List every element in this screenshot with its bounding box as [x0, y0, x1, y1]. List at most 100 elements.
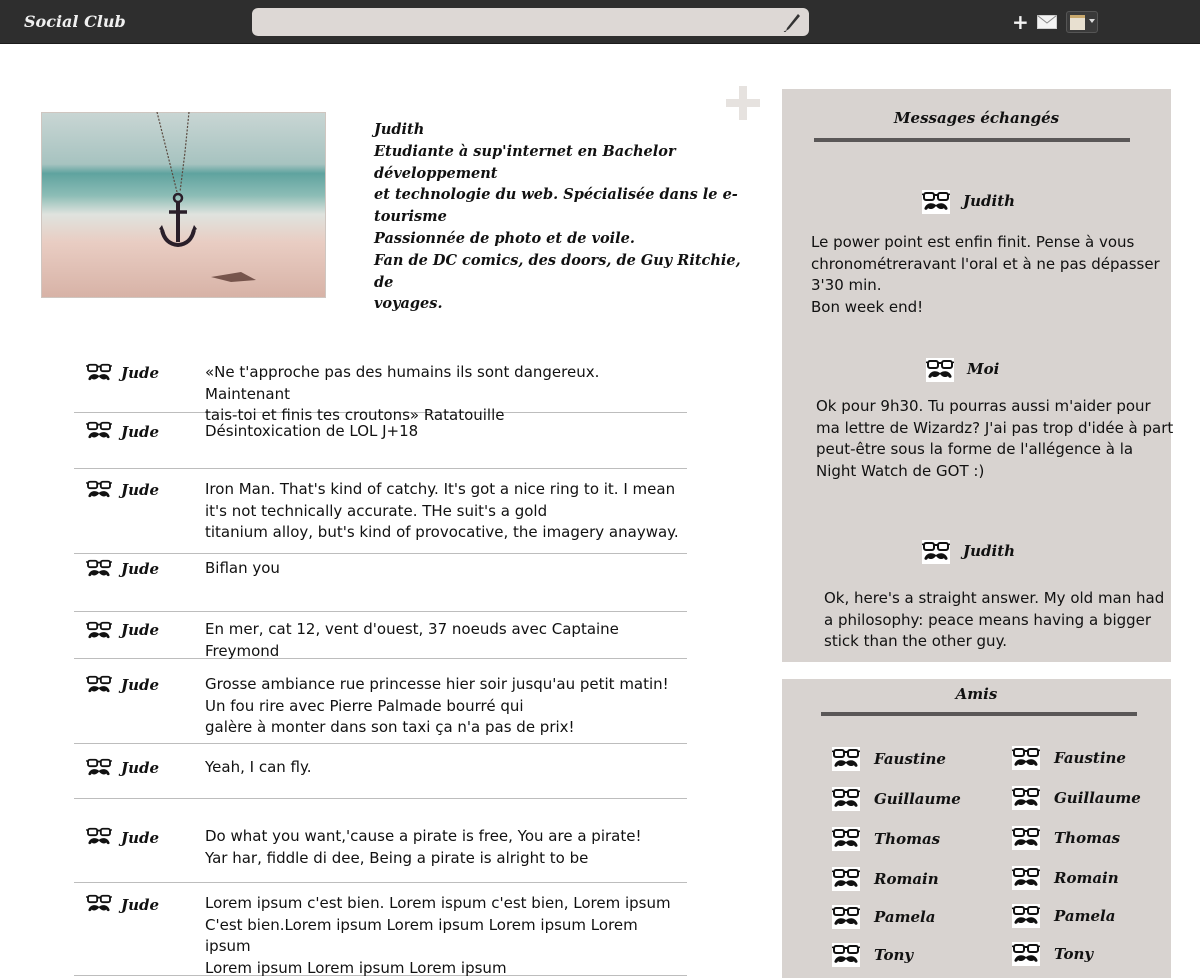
feed-post: Jude Désintoxication de LOL J+18: [74, 413, 687, 469]
mustache-glasses-icon[interactable]: [86, 558, 112, 580]
feed-post: Jude Lorem ipsum c'est bien. Lorem ispum…: [74, 883, 687, 977]
post-text: Biflan you: [205, 559, 280, 577]
mustache-glasses-icon: [1012, 942, 1040, 966]
add-photo-plus-icon[interactable]: [726, 86, 760, 120]
bio-line: Etudiante à sup'internet en Bachelor dév…: [374, 142, 676, 182]
post-text: Do what you want,'cause a pirate is free…: [205, 827, 642, 867]
mustache-glasses-icon: [1012, 826, 1040, 850]
friend-item[interactable]: Faustine: [1012, 746, 1182, 772]
post-author[interactable]: Jude: [121, 896, 159, 914]
mustache-glasses-icon[interactable]: [922, 190, 950, 214]
post-author[interactable]: Jude: [121, 676, 159, 694]
plus-icon[interactable]: +: [1012, 12, 1029, 32]
message-text: Le power point est enfin finit. Pense à …: [811, 233, 1160, 316]
mustache-glasses-icon[interactable]: [86, 479, 112, 501]
mustache-glasses-icon[interactable]: [86, 826, 112, 848]
post-author[interactable]: Jude: [121, 829, 159, 847]
message-sender[interactable]: Moi: [967, 360, 999, 378]
bio-line: Fan de DC comics, des doors, de Guy Ritc…: [374, 251, 741, 291]
friend-name: Guillaume: [874, 790, 961, 808]
friend-name: Romain: [874, 870, 939, 888]
friend-item[interactable]: Tony: [832, 943, 1002, 969]
friend-name: Tony: [874, 946, 914, 964]
post-author[interactable]: Jude: [121, 759, 159, 777]
mustache-glasses-icon: [832, 943, 860, 967]
brand-logo[interactable]: Social Club: [24, 12, 126, 31]
friend-item[interactable]: Pamela: [1012, 904, 1182, 930]
post-author[interactable]: Jude: [121, 560, 159, 578]
feed-post: Jude Grosse ambiance rue princesse hier …: [74, 659, 687, 744]
post-author[interactable]: Jude: [121, 481, 159, 499]
message-text: Ok, here's a straight answer. My old man…: [824, 589, 1165, 650]
mustache-glasses-icon: [832, 747, 860, 771]
friend-item[interactable]: Thomas: [832, 827, 1002, 853]
calendar-icon: [1070, 15, 1085, 30]
bio-name: Judith: [374, 121, 425, 138]
friend-name: Tony: [1054, 945, 1094, 963]
pen-icon[interactable]: [783, 12, 801, 32]
mustache-glasses-icon: [832, 867, 860, 891]
profile-bio: Judith Etudiante à sup'internet en Bache…: [374, 119, 754, 315]
friend-item[interactable]: Faustine: [832, 747, 1002, 773]
feed-post: Jude Biflan you: [74, 554, 687, 612]
top-bar: Social Club +: [0, 0, 1200, 44]
mustache-glasses-icon: [832, 787, 860, 811]
feed-post: Jude Yeah, I can fly.: [74, 744, 687, 799]
divider: [821, 712, 1137, 716]
chevron-down-icon: [1089, 19, 1095, 23]
post-text: En mer, cat 12, vent d'ouest, 37 noeuds …: [205, 620, 619, 660]
friend-item[interactable]: Guillaume: [832, 787, 1002, 813]
friend-item[interactable]: Romain: [1012, 866, 1182, 892]
friend-name: Thomas: [1054, 829, 1121, 847]
mustache-glasses-icon[interactable]: [86, 362, 112, 384]
friend-name: Pamela: [1054, 907, 1116, 925]
message-sender[interactable]: Judith: [963, 542, 1015, 560]
messages-title: Messages échangés: [893, 109, 1060, 127]
mail-icon[interactable]: [1037, 15, 1057, 29]
feed-post: Jude Do what you want,'cause a pirate is…: [74, 799, 687, 883]
friend-name: Faustine: [1054, 749, 1126, 767]
search-bar[interactable]: [252, 8, 809, 36]
mustache-glasses-icon[interactable]: [86, 893, 112, 915]
mustache-glasses-icon: [1012, 786, 1040, 810]
friend-name: Guillaume: [1054, 789, 1141, 807]
mustache-glasses-icon[interactable]: [86, 757, 112, 779]
post-author[interactable]: Jude: [121, 621, 159, 639]
mustache-glasses-icon: [832, 827, 860, 851]
bio-line: voyages.: [374, 295, 443, 313]
friend-item[interactable]: Thomas: [1012, 826, 1182, 852]
post-text: Yeah, I can fly.: [205, 758, 312, 776]
mustache-glasses-icon[interactable]: [922, 540, 950, 564]
bio-line: et technologie du web. Spécialisée dans …: [374, 186, 738, 226]
friend-name: Faustine: [874, 750, 946, 768]
post-text: Grosse ambiance rue princesse hier soir …: [205, 675, 669, 736]
messages-panel: Messages échangés Judith Le power point …: [782, 89, 1173, 662]
post-text: Désintoxication de LOL J+18: [205, 422, 419, 440]
mustache-glasses-icon: [1012, 866, 1040, 890]
post-text: Lorem ipsum c'est bien. Lorem ispum c'es…: [205, 894, 671, 977]
feed-post: Jude Iron Man. That's kind of catchy. It…: [74, 469, 687, 554]
friend-item[interactable]: Romain: [832, 867, 1002, 893]
post-author[interactable]: Jude: [121, 364, 159, 382]
mustache-glasses-icon: [832, 905, 860, 929]
friends-panel: Amis Faustine Guillaume Thomas Romain Pa…: [782, 679, 1171, 978]
mustache-glasses-icon[interactable]: [86, 420, 112, 442]
mustache-glasses-icon: [1012, 746, 1040, 770]
mustache-glasses-icon[interactable]: [86, 674, 112, 696]
mustache-glasses-icon: [1012, 904, 1040, 928]
calendar-dropdown-button[interactable]: [1066, 11, 1098, 33]
friend-name: Pamela: [874, 908, 936, 926]
mustache-glasses-icon[interactable]: [86, 620, 112, 642]
friend-name: Thomas: [874, 830, 941, 848]
feed-post: Jude «Ne t'approche pas des humains ils …: [74, 353, 687, 424]
mustache-glasses-icon[interactable]: [926, 358, 954, 382]
message-sender[interactable]: Judith: [963, 192, 1015, 210]
profile-photo: [41, 112, 326, 298]
post-author[interactable]: Jude: [121, 423, 159, 441]
friend-item[interactable]: Guillaume: [1012, 786, 1182, 812]
friend-item[interactable]: Pamela: [832, 905, 1002, 931]
friend-item[interactable]: Tony: [1012, 942, 1182, 968]
message-text: Ok pour 9h30. Tu pourras aussi m'aider p…: [816, 397, 1174, 480]
feed-post: Jude En mer, cat 12, vent d'ouest, 37 no…: [74, 612, 687, 660]
search-input[interactable]: [262, 11, 772, 33]
